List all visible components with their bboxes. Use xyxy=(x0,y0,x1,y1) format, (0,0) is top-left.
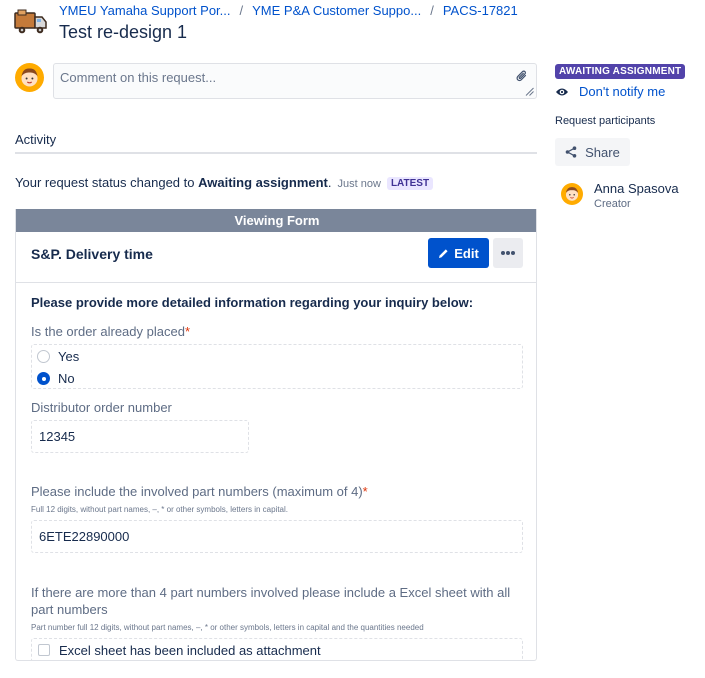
part-numbers-field[interactable]: 6ETE22890000 xyxy=(31,520,523,553)
question-part-numbers-label: Please include the involved part numbers… xyxy=(31,484,368,499)
share-label: Share xyxy=(585,144,620,160)
notify-label: Don't notify me xyxy=(579,84,666,99)
latest-badge: LATEST xyxy=(386,177,434,190)
resize-grip-icon[interactable] xyxy=(525,87,534,96)
avatar xyxy=(15,63,44,92)
breadcrumb-item-portal[interactable]: YMEU Yamaha Support Por... xyxy=(59,3,231,18)
page-title: Test re-design 1 xyxy=(59,22,188,42)
part-numbers-value: 6ETE22890000 xyxy=(39,529,130,544)
radio-option-label: No xyxy=(58,371,75,386)
paperclip-icon[interactable] xyxy=(516,69,528,83)
required-marker: * xyxy=(362,484,368,499)
checkbox-label: Excel sheet has been included as attachm… xyxy=(59,642,321,658)
activity-timestamp: Just now xyxy=(337,178,381,190)
question-label-text: Please include the involved part numbers… xyxy=(31,484,363,499)
more-icon xyxy=(511,251,515,255)
excel-attachment-checkbox-row[interactable]: Excel sheet has been included as attachm… xyxy=(31,638,523,660)
edit-button[interactable]: Edit xyxy=(428,238,489,268)
share-button[interactable]: Share xyxy=(555,138,630,166)
checkbox[interactable] xyxy=(38,644,50,656)
status-change-suffix: . xyxy=(327,175,332,190)
order-placed-radio-group: Yes No xyxy=(31,344,523,389)
activity-heading: Activity xyxy=(15,132,57,147)
activity-divider xyxy=(15,152,537,154)
form-divider xyxy=(16,282,536,283)
breadcrumb-separator: / xyxy=(239,3,244,18)
user-avatar-icon xyxy=(15,63,44,92)
excel-hint: Part number full 12 digits, without part… xyxy=(31,623,424,632)
eye-icon xyxy=(556,88,568,95)
distributor-order-number-value: 12345 xyxy=(39,429,76,444)
part-numbers-hint: Full 12 digits, without part names, –, *… xyxy=(31,505,289,514)
question-label-text: Is the order already placed xyxy=(31,324,185,339)
participant-avatar[interactable] xyxy=(561,183,583,205)
project-logo xyxy=(14,7,48,37)
breadcrumb-separator: / xyxy=(430,3,434,18)
radio-option-label: Yes xyxy=(58,349,80,364)
viewing-form-panel: Viewing Form S&P. Delivery time Edit Ple… xyxy=(15,209,537,661)
request-participants-heading: Request participants xyxy=(555,115,656,127)
form-intro: Please provide more detailed information… xyxy=(31,295,474,310)
notify-toggle[interactable]: Don't notify me xyxy=(555,84,665,99)
user-avatar-icon xyxy=(561,183,583,205)
share-icon xyxy=(565,146,577,158)
form-title: S&P. Delivery time xyxy=(31,246,153,262)
delivery-truck-icon xyxy=(14,9,47,34)
more-actions-button[interactable] xyxy=(493,238,523,268)
more-icon xyxy=(506,251,510,255)
breadcrumb: YMEU Yamaha Support Por... / YME P&A Custo… xyxy=(59,3,518,18)
required-marker: * xyxy=(184,324,190,339)
more-icon xyxy=(501,251,505,255)
edit-button-label: Edit xyxy=(454,245,479,261)
participant-name[interactable]: Anna Spasova xyxy=(594,181,679,196)
distributor-order-number-field[interactable]: 12345 xyxy=(31,420,249,453)
status-badge: AWAITING ASSIGNMENT xyxy=(555,64,686,79)
comment-placeholder: Comment on this request... xyxy=(60,70,217,85)
breadcrumb-item-service[interactable]: YME P&A Customer Suppo... xyxy=(252,3,421,18)
question-order-number-label: Distributor order number xyxy=(31,400,172,415)
question-excel-label: If there are more than 4 part numbers in… xyxy=(31,585,511,617)
radio-button[interactable] xyxy=(37,350,50,363)
question-order-placed-label: Is the order already placed* xyxy=(31,324,190,339)
participant-role: Creator xyxy=(594,198,631,210)
comment-input[interactable]: Comment on this request... xyxy=(53,63,537,99)
pencil-icon xyxy=(439,248,448,258)
status-change-value: Awaiting assignment xyxy=(198,175,328,190)
breadcrumb-item-ticket[interactable]: PACS-17821 xyxy=(443,3,518,18)
form-header: Viewing Form xyxy=(16,209,536,232)
radio-option-yes[interactable]: Yes xyxy=(37,349,79,364)
status-change-entry: Your request status changed to Awaiting … xyxy=(15,175,434,190)
radio-button-selected[interactable] xyxy=(37,372,50,385)
status-change-text: Your request status changed to xyxy=(15,175,199,190)
radio-option-no[interactable]: No xyxy=(37,371,75,386)
